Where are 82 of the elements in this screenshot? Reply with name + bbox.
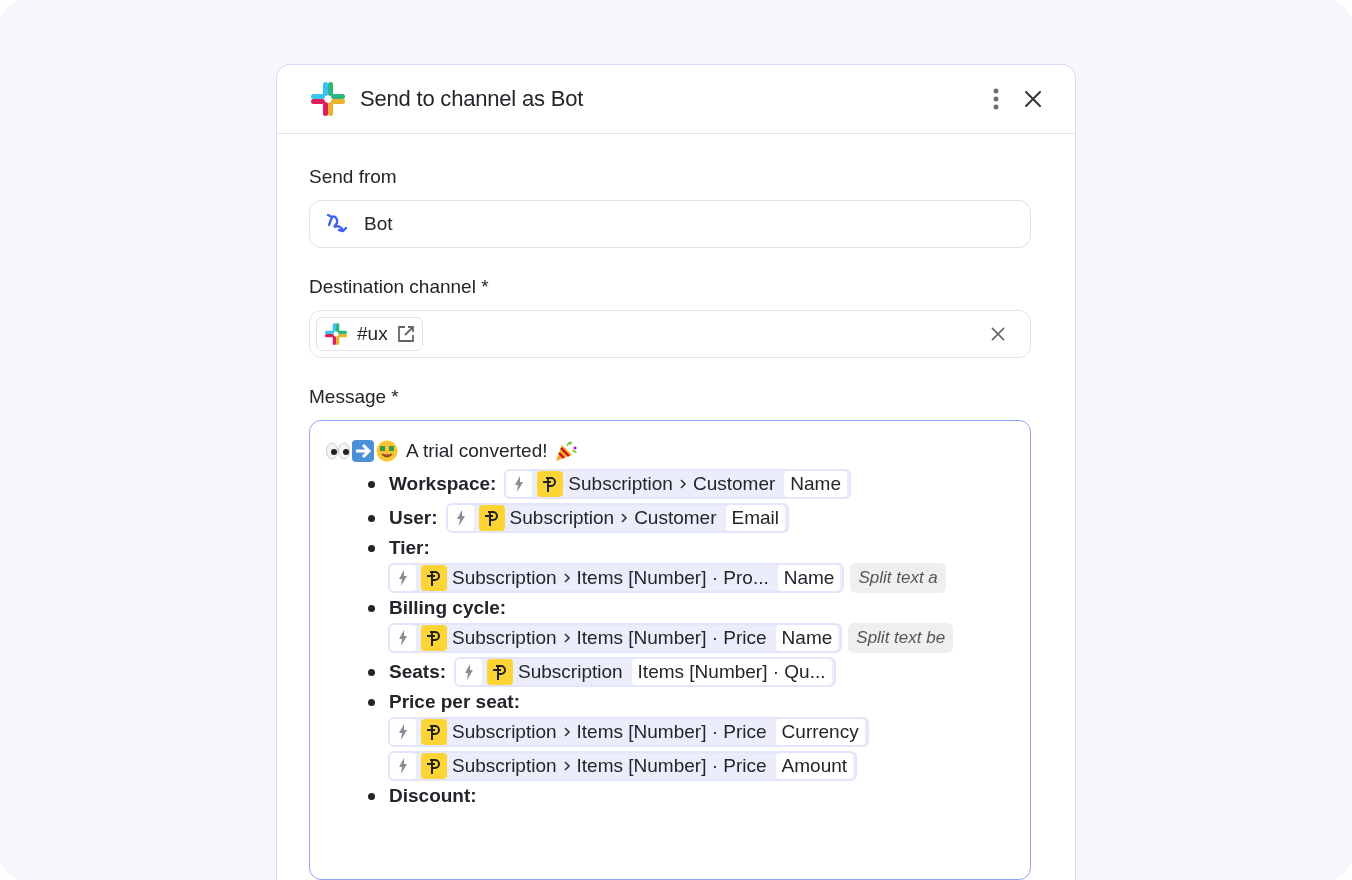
close-icon[interactable]: [990, 326, 1006, 342]
item-label: Workspace:: [389, 473, 497, 495]
variable-pill[interactable]: Subscription Items [Number] · Qu...: [454, 657, 836, 687]
message-headline: A trial converted!: [406, 440, 548, 462]
field-name: Currency: [775, 719, 865, 745]
bullet-icon: [368, 604, 375, 612]
item-label: Billing cycle:: [389, 597, 507, 619]
bolt-icon: [455, 510, 466, 526]
chevron-icon: [562, 632, 571, 644]
p-logo-icon: [421, 753, 447, 779]
chevron-icon: [562, 572, 571, 584]
field-label: Send from: [309, 166, 398, 188]
path-label: Subscription: [452, 721, 557, 743]
field-label: Destination channel *: [309, 276, 490, 298]
field-name: Name: [777, 565, 841, 591]
bolt-icon: [514, 476, 525, 492]
close-icon[interactable]: [1023, 89, 1043, 109]
bullet-icon: [368, 544, 375, 552]
send-from-field[interactable]: Bot: [309, 200, 1031, 248]
item-label: Price per seat:: [389, 691, 520, 713]
bullet-icon: [368, 480, 375, 488]
path-label: Subscription: [452, 567, 557, 589]
field-name: Name: [784, 471, 847, 497]
p-logo-icon: [478, 505, 505, 531]
party-popper-icon: [553, 439, 578, 463]
path-label: Subscription: [452, 627, 557, 649]
item-label: Seats:: [389, 661, 447, 683]
modifier-tag[interactable]: Split text a: [850, 563, 946, 593]
chevron-icon: [562, 760, 571, 772]
item-label: Discount:: [389, 785, 477, 807]
path-label: Customer: [634, 507, 717, 529]
p-logo-icon: [421, 719, 447, 745]
bullet-icon: [368, 792, 375, 800]
item-label: Tier:: [389, 537, 430, 559]
path-label: Subscription: [518, 661, 623, 683]
field-name: Amount: [775, 753, 854, 779]
chevron-icon: [678, 478, 687, 490]
slack-logo-icon: [308, 79, 348, 119]
right-arrow-icon: [352, 440, 374, 462]
more-icon[interactable]: [993, 88, 999, 110]
slack-logo-icon: [323, 321, 349, 347]
p-logo-icon: [537, 471, 564, 497]
variable-pill[interactable]: Subscription Items [Number] · Price Currency: [388, 717, 869, 747]
field-name: Email: [725, 505, 785, 531]
bullet-icon: [368, 668, 375, 676]
variable-pill[interactable]: Subscription Items [Number] · Price Amount: [388, 751, 858, 781]
variable-pill[interactable]: Subscription Items [Number] · Pro... Name: [388, 563, 845, 593]
field-name: Name: [775, 625, 839, 651]
dialog-title: Send to channel as Bot: [360, 86, 585, 112]
path-label: Items [Number] · Price: [576, 755, 767, 777]
path-label: Subscription: [568, 473, 673, 495]
field-name: Items [Number] · Qu...: [631, 659, 832, 685]
message-editor[interactable]: [309, 420, 1031, 880]
bolt-icon: [398, 630, 408, 646]
eyes-icon: [326, 441, 350, 461]
field-label: Message *: [309, 386, 400, 408]
path-label: Items [Number] · Price: [576, 627, 767, 649]
chevron-icon: [562, 726, 571, 738]
bolt-icon: [464, 664, 475, 680]
money-face-icon: [376, 440, 398, 462]
bullet-icon: [368, 514, 375, 522]
external-link-icon[interactable]: [395, 324, 416, 344]
item-label: User:: [389, 507, 438, 529]
variable-pill[interactable]: Subscription Customer Email: [445, 503, 789, 533]
bullet-icon: [368, 698, 375, 706]
path-label: Subscription: [509, 507, 615, 529]
p-logo-icon: [487, 659, 514, 685]
path-label: Items [Number] · Pro...: [576, 567, 769, 589]
path-label: Customer: [692, 473, 776, 495]
bolt-icon: [398, 724, 408, 740]
chevron-icon: [620, 512, 629, 524]
modifier-tag[interactable]: Split text be: [848, 623, 954, 653]
channel-chip[interactable]: #ux: [316, 317, 423, 351]
variable-pill[interactable]: Subscription Items [Number] · Price Name: [388, 623, 843, 653]
p-logo-icon: [421, 625, 447, 651]
variable-pill[interactable]: Subscription Customer Name: [504, 469, 851, 499]
path-label: Items [Number] · Price: [576, 721, 767, 743]
destination-field[interactable]: #ux: [309, 310, 1031, 358]
bolt-icon: [398, 758, 408, 774]
bolt-icon: [398, 570, 408, 586]
p-logo-icon: [421, 565, 447, 591]
path-label: Subscription: [452, 755, 557, 777]
